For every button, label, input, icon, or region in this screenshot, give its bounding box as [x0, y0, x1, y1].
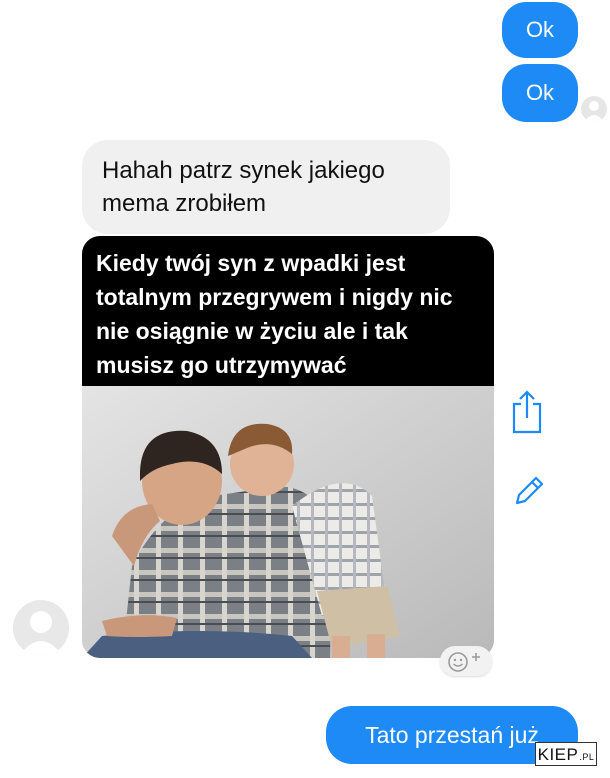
watermark-suffix: .PL	[579, 752, 595, 762]
outgoing-message-bubble[interactable]: Ok	[502, 2, 578, 58]
outgoing-message-bubble[interactable]: Ok	[502, 64, 578, 122]
watermark-main: KIEP	[537, 745, 579, 764]
share-icon[interactable]	[511, 390, 543, 434]
meme-image-message[interactable]: Kiedy twój syn z wpadki jest totalnym pr…	[82, 236, 494, 658]
read-receipt-avatar	[581, 96, 607, 122]
default-avatar-icon	[584, 101, 604, 122]
incoming-message-bubble[interactable]: Hahah patrz synek jakiego mema zrobiłem	[82, 140, 450, 234]
meme-photo	[82, 386, 494, 658]
emoji-react-icon	[448, 652, 480, 672]
default-avatar-icon	[19, 611, 63, 656]
pencil-icon[interactable]	[512, 474, 546, 508]
site-watermark: KIEP .PL	[535, 742, 597, 766]
meme-caption: Kiedy twój syn z wpadki jest totalnym pr…	[82, 236, 494, 386]
add-reaction-button[interactable]	[440, 646, 492, 676]
sender-avatar[interactable]	[13, 600, 69, 656]
